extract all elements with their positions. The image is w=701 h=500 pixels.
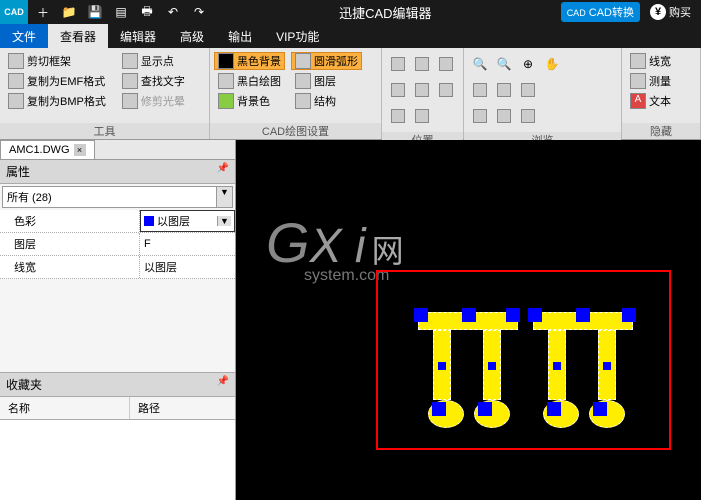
linewidth-button[interactable]: 线宽 xyxy=(626,52,675,70)
tab-file[interactable]: 文件 xyxy=(0,24,48,48)
selection-box xyxy=(376,270,671,450)
measure-button[interactable]: 测量 xyxy=(626,72,675,90)
bw-draw-button[interactable]: 黑白绘图 xyxy=(214,72,285,90)
properties-header: 属性📌 xyxy=(0,160,235,184)
layer-button[interactable]: 图层 xyxy=(291,72,362,90)
tab-vip[interactable]: VIP功能 xyxy=(264,24,331,48)
favorites-columns: 名称 路径 xyxy=(0,397,235,420)
redo-icon[interactable]: ↷ xyxy=(188,2,210,22)
sidebar: AMC1.DWG× 属性📌 所有 (28) ▼ 色彩 以图层▼ 图层 F 线宽 … xyxy=(0,140,236,500)
pos-btn-1[interactable] xyxy=(387,53,409,75)
browse-btn-10[interactable] xyxy=(517,105,539,127)
tab-viewer[interactable]: 查看器 xyxy=(48,24,108,48)
browse-btn-9[interactable] xyxy=(493,105,515,127)
favorites-header: 收藏夹📌 xyxy=(0,372,235,397)
pos-btn-5[interactable] xyxy=(411,79,433,101)
group-label-tools: 工具 xyxy=(0,123,209,139)
layer-icon xyxy=(295,73,311,89)
measure-icon xyxy=(630,73,646,89)
pos-btn-2[interactable] xyxy=(411,53,433,75)
bmp-icon xyxy=(8,93,24,109)
bg-color-button[interactable]: 背景色 xyxy=(214,92,285,110)
pos-btn-3[interactable] xyxy=(435,53,457,75)
drawing-canvas[interactable]: GX i网 system.com xyxy=(236,140,701,500)
find-text-button[interactable]: 查找文字 xyxy=(118,72,189,90)
cad-drawing xyxy=(378,272,669,448)
linewidth-icon xyxy=(630,53,646,69)
properties-grid: 色彩 以图层▼ 图层 F 线宽 以图层 xyxy=(0,210,235,279)
color-swatch xyxy=(144,216,154,226)
col-name[interactable]: 名称 xyxy=(0,397,130,419)
main-area: AMC1.DWG× 属性📌 所有 (28) ▼ 色彩 以图层▼ 图层 F 线宽 … xyxy=(0,140,701,500)
pos-btn-6[interactable] xyxy=(435,79,457,101)
titlebar: CAD ＋ 📁 💾 ▤ 🖶 ↶ ↷ 迅捷CAD编辑器 CAD CAD转换 ¥购买 xyxy=(0,0,701,24)
dropdown-arrow-icon: ▼ xyxy=(216,187,232,207)
group-label-hide: 隐藏 xyxy=(622,123,700,139)
bgcolor-icon xyxy=(218,93,234,109)
clip-icon xyxy=(8,53,24,69)
tab-editor[interactable]: 编辑器 xyxy=(108,24,168,48)
bw-icon xyxy=(218,73,234,89)
prop-row-layer[interactable]: 图层 F xyxy=(0,233,235,256)
tab-output[interactable]: 输出 xyxy=(216,24,264,48)
pos-btn-7[interactable] xyxy=(387,105,409,127)
clip-frame-button[interactable]: 剪切框架 xyxy=(4,52,110,70)
emf-icon xyxy=(8,73,24,89)
chevron-down-icon[interactable]: ▼ xyxy=(217,216,231,226)
zoom-out-button[interactable]: 🔍 xyxy=(493,53,515,75)
tab-advanced[interactable]: 高级 xyxy=(168,24,216,48)
pos-btn-4[interactable] xyxy=(387,79,409,101)
smooth-arc-button[interactable]: 圆滑弧形 xyxy=(291,52,362,70)
trim-halo-button: 修剪光晕 xyxy=(118,92,189,110)
browse-btn-6[interactable] xyxy=(493,79,515,101)
browse-btn-7[interactable] xyxy=(517,79,539,101)
prop-row-linewidth[interactable]: 线宽 以图层 xyxy=(0,256,235,279)
group-label-draw: CAD绘图设置 xyxy=(210,123,381,139)
open-icon[interactable]: 📁 xyxy=(58,2,80,22)
col-path[interactable]: 路径 xyxy=(130,397,168,419)
prop-row-color[interactable]: 色彩 以图层▼ xyxy=(0,210,235,233)
export-icon[interactable]: ▤ xyxy=(110,2,132,22)
trim-icon xyxy=(122,93,138,109)
save-icon[interactable]: 💾 xyxy=(84,2,106,22)
browse-btn-8[interactable] xyxy=(469,105,491,127)
pin-icon-2[interactable]: 📌 xyxy=(217,376,229,393)
text-button[interactable]: A文本 xyxy=(626,92,675,110)
cad-convert-button[interactable]: CAD CAD转换 xyxy=(561,2,640,22)
find-icon xyxy=(122,73,138,89)
app-logo: CAD xyxy=(0,0,28,24)
blackbg-icon xyxy=(218,53,234,69)
pos-btn-8[interactable] xyxy=(411,105,433,127)
close-tab-icon[interactable]: × xyxy=(74,144,86,156)
struct-icon xyxy=(295,93,311,109)
zoom-in-button[interactable]: 🔍 xyxy=(469,53,491,75)
arc-icon xyxy=(295,53,311,69)
ribbon: 剪切框架 复制为EMF格式 复制为BMP格式 显示点 查找文字 修剪光晕 工具 … xyxy=(0,48,701,140)
file-tab-active[interactable]: AMC1.DWG× xyxy=(0,140,95,159)
print-icon[interactable]: 🖶 xyxy=(136,2,158,22)
point-icon xyxy=(122,53,138,69)
black-bg-button[interactable]: 黑色背景 xyxy=(214,52,285,70)
new-icon[interactable]: ＋ xyxy=(32,2,54,22)
show-point-button[interactable]: 显示点 xyxy=(118,52,189,70)
copy-emf-button[interactable]: 复制为EMF格式 xyxy=(4,72,110,90)
filter-dropdown[interactable]: 所有 (28) ▼ xyxy=(2,186,233,208)
pan-button[interactable]: ✋ xyxy=(541,53,563,75)
favorites-list xyxy=(0,420,235,500)
yen-icon: ¥ xyxy=(650,4,666,20)
structure-button[interactable]: 结构 xyxy=(291,92,362,110)
app-title: 迅捷CAD编辑器 xyxy=(210,3,561,22)
zoom-fit-button[interactable]: ⊕ xyxy=(517,53,539,75)
buy-button[interactable]: ¥购买 xyxy=(644,2,697,22)
menu-bar: 文件 查看器 编辑器 高级 输出 VIP功能 xyxy=(0,24,701,48)
copy-bmp-button[interactable]: 复制为BMP格式 xyxy=(4,92,110,110)
text-icon: A xyxy=(630,93,646,109)
file-tabs: AMC1.DWG× xyxy=(0,140,235,160)
pin-icon[interactable]: 📌 xyxy=(217,163,229,180)
undo-icon[interactable]: ↶ xyxy=(162,2,184,22)
browse-btn-5[interactable] xyxy=(469,79,491,101)
